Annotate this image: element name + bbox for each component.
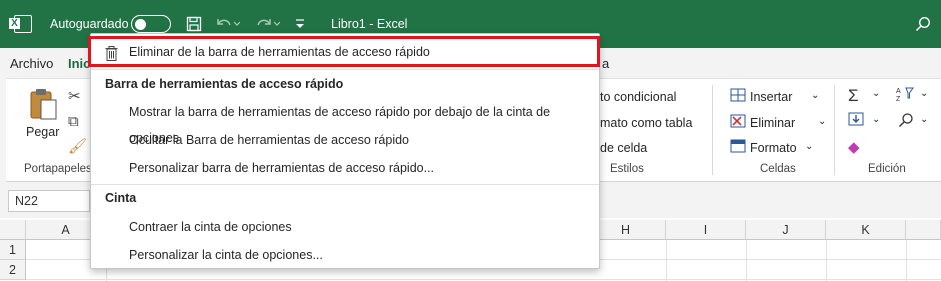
insert-button[interactable]: Insertar: [750, 90, 792, 104]
cell-styles-button[interactable]: de celda: [600, 141, 647, 155]
delete-button[interactable]: Eliminar: [750, 116, 795, 130]
menu-item-label: Ocultar la Barra de herramientas de acce…: [129, 133, 410, 147]
chevron-down-icon[interactable]: ⌄: [872, 114, 880, 125]
format-painter-icon[interactable]: 🖌: [68, 137, 87, 155]
gridline: [826, 240, 827, 281]
column-header[interactable]: J: [746, 220, 826, 240]
name-box[interactable]: N22: [8, 190, 90, 212]
row-header[interactable]: 1: [0, 240, 26, 260]
svg-text:A: A: [896, 88, 901, 95]
fill-icon[interactable]: [848, 112, 864, 130]
qat-context-menu: Eliminar de la barra de herramientas de …: [90, 33, 600, 269]
insert-cells-icon[interactable]: [730, 88, 746, 106]
chevron-down-icon[interactable]: ⌄: [920, 114, 928, 125]
tab-partial[interactable]: a: [602, 56, 609, 71]
menu-item-show-below-ribbon[interactable]: Mostrar la barra de herramientas de acce…: [91, 99, 599, 145]
menu-item-customize-qat[interactable]: Personalizar barra de herramientas de ac…: [91, 155, 599, 181]
format-cells-icon[interactable]: [730, 139, 746, 157]
menu-item-customize-ribbon[interactable]: Personalizar la cinta de opciones...: [91, 242, 599, 268]
column-header[interactable]: I: [666, 220, 746, 240]
conditional-format-button[interactable]: to condicional: [600, 90, 676, 104]
paste-icon[interactable]: [28, 87, 58, 125]
svg-text:Z: Z: [896, 96, 901, 102]
gridline: [666, 240, 667, 281]
select-all-corner[interactable]: [0, 220, 26, 240]
delete-cells-icon[interactable]: [730, 114, 746, 132]
excel-logo-icon: [9, 0, 32, 48]
gridline: [906, 240, 907, 281]
editing-group-label: Edición: [868, 163, 906, 175]
copy-icon[interactable]: ⧉: [68, 113, 79, 130]
menu-item-label: Personalizar la cinta de opciones...: [129, 248, 323, 262]
row-header[interactable]: 2: [0, 260, 26, 280]
styles-group-label: Estilos: [610, 163, 644, 175]
menu-section-qat: Barra de herramientas de acceso rápido: [105, 77, 344, 91]
find-icon[interactable]: [898, 112, 914, 132]
chevron-down-icon[interactable]: ⌄: [805, 141, 813, 152]
format-as-table-button[interactable]: mato como tabla: [600, 116, 692, 130]
column-header[interactable]: [906, 220, 941, 240]
gridline: [26, 279, 941, 280]
clear-icon[interactable]: ◆: [848, 138, 860, 156]
tab-archivo[interactable]: Archivo: [10, 56, 53, 71]
autosum-icon[interactable]: Σ: [848, 86, 859, 106]
menu-item-label: Personalizar barra de herramientas de ac…: [129, 161, 435, 175]
paste-label[interactable]: Pegar: [26, 125, 59, 139]
chevron-down-icon[interactable]: ⌄: [920, 88, 928, 99]
cut-icon[interactable]: ✂: [68, 87, 81, 105]
menu-item-collapse-ribbon[interactable]: Contraer la cinta de opciones: [91, 214, 599, 240]
format-button[interactable]: Formato: [750, 141, 797, 155]
menu-separator: [91, 184, 599, 185]
sort-filter-icon[interactable]: AZ: [896, 86, 914, 106]
column-header[interactable]: K: [826, 220, 906, 240]
group-separator: [834, 85, 835, 175]
menu-separator: [91, 69, 599, 70]
gridline: [746, 240, 747, 281]
clipboard-group-label: Portapapeles: [24, 163, 92, 175]
highlight-frame: [88, 36, 600, 67]
cells-group-label: Celdas: [760, 163, 796, 175]
group-separator: [712, 85, 713, 175]
chevron-down-icon[interactable]: ⌄: [872, 88, 880, 99]
chevron-down-icon[interactable]: ⌄: [818, 116, 826, 127]
search-icon[interactable]: [915, 0, 931, 48]
menu-item-label: Contraer la cinta de opciones: [129, 220, 292, 234]
menu-section-ribbon: Cinta: [105, 191, 137, 205]
menu-item-hide-qat[interactable]: Ocultar la Barra de herramientas de acce…: [91, 127, 599, 153]
chevron-down-icon[interactable]: ⌄: [811, 90, 819, 101]
